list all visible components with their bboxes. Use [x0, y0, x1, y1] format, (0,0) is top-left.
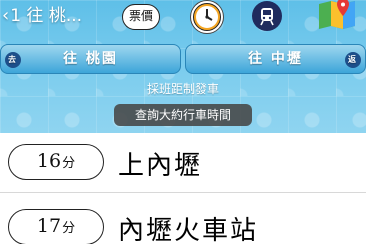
route-title: 1 往 桃... [10, 6, 83, 26]
schedule-note: 採班距制發車 [146, 82, 219, 96]
eta-minutes: 16 [36, 150, 62, 172]
top-toolbar: ‹1 往 桃... 票價 [0, 0, 366, 34]
eta-badge: 16分 [8, 144, 104, 180]
header: ‹1 往 桃... 票價 去 往 桃園 往 中壢 返 採班距制發車 查詢大約行車… [0, 0, 366, 133]
return-tag: 返 [345, 52, 361, 68]
outbound-tag: 去 [5, 52, 21, 68]
station-list: 16分 上內壢 17分 內壢火車站 [0, 133, 366, 244]
list-item[interactable]: 17分 內壢火車站 [0, 194, 366, 244]
train-icon[interactable] [252, 1, 282, 31]
eta-unit: 分 [62, 221, 76, 236]
list-item[interactable]: 16分 上內壢 [0, 133, 366, 193]
fare-button[interactable]: 票價 [122, 4, 160, 30]
station-name: 上內壢 [118, 151, 203, 181]
eta-unit: 分 [62, 156, 76, 171]
station-name: 內壢火車站 [118, 216, 259, 244]
query-travel-time-button[interactable]: 查詢大約行車時間 [114, 104, 252, 126]
back-button[interactable]: ‹1 往 桃... [2, 2, 106, 30]
direction-button-return[interactable]: 往 中壢 返 [185, 44, 366, 74]
clock-icon[interactable] [191, 1, 223, 33]
direction-button-outbound[interactable]: 去 往 桃園 [0, 44, 181, 74]
direction-selector: 去 往 桃園 往 中壢 返 [0, 44, 366, 74]
eta-badge: 17分 [8, 209, 104, 244]
map-icon[interactable] [313, 0, 365, 30]
return-label: 往 中壢 [248, 51, 303, 67]
back-chevron-icon: ‹ [2, 5, 10, 26]
outbound-label: 往 桃園 [63, 51, 118, 67]
eta-minutes: 17 [36, 215, 62, 237]
